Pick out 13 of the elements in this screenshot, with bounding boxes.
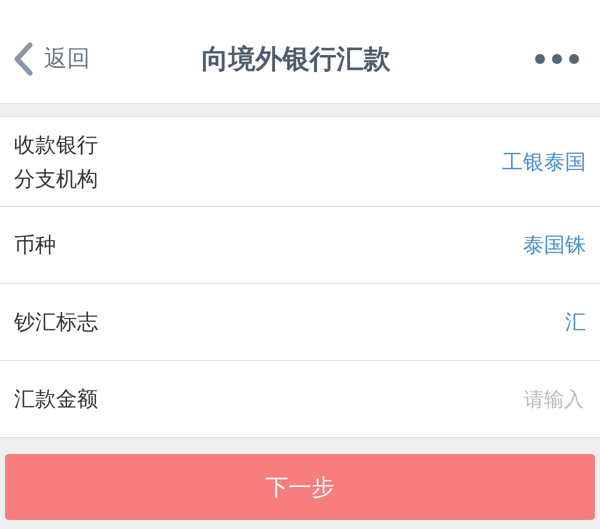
field-label: 汇款金额 <box>14 386 99 413</box>
back-button[interactable]: 返回 <box>12 42 90 76</box>
field-label: 收款银行分支机构 <box>14 132 99 192</box>
page-title: 向境外银行汇款 <box>202 42 390 76</box>
field-value[interactable]: 汇 <box>565 308 586 336</box>
field-value[interactable]: 泰国铢 <box>523 231 586 259</box>
back-icon <box>12 42 34 76</box>
more-icon[interactable] <box>534 52 580 64</box>
field-label: 钞汇标志 <box>14 309 99 336</box>
field-value[interactable]: 工银泰国 <box>502 148 586 176</box>
next-button[interactable]: 下一步 <box>5 454 595 520</box>
field-label: 币种 <box>14 232 57 259</box>
amount-input[interactable]: 请输入 <box>382 386 586 412</box>
